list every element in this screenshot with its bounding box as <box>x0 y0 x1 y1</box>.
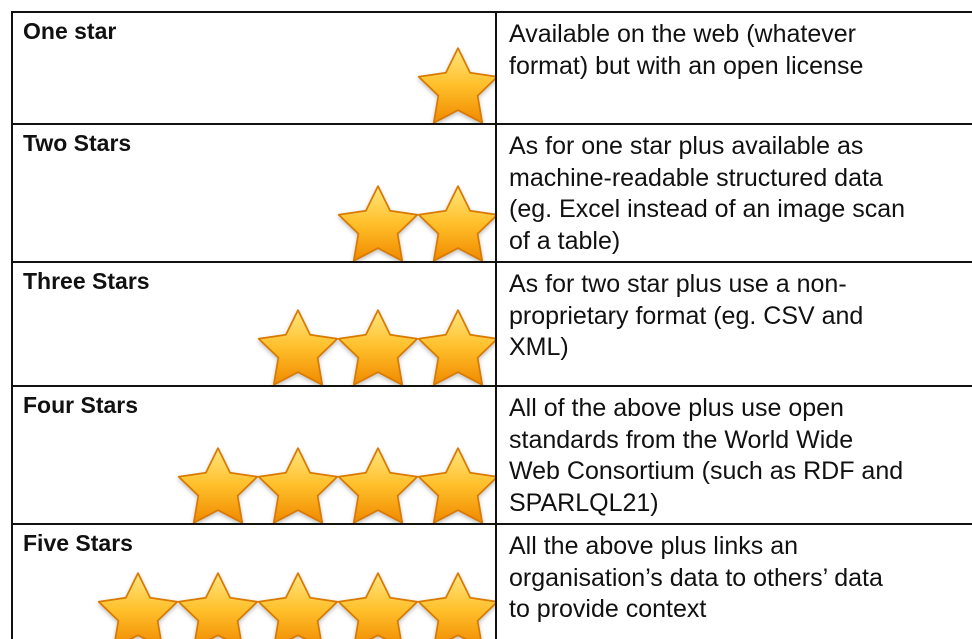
star-icon <box>97 572 179 639</box>
star-rating <box>257 305 494 384</box>
level-cell: Two Stars <box>11 123 497 263</box>
star-rating <box>337 181 494 260</box>
table-row: Four Stars All of the above plus use ope… <box>11 385 972 525</box>
level-name: Five Stars <box>23 530 133 556</box>
description-line: As for one star plus available as <box>509 132 864 160</box>
star-icon <box>417 447 494 522</box>
description-line: machine-readable structured data <box>509 163 883 192</box>
description-line: XML) <box>509 333 569 361</box>
level-cell: One star <box>11 11 497 125</box>
star-icon <box>257 447 339 522</box>
level-name: Four Stars <box>23 392 139 418</box>
star-icon <box>337 447 419 522</box>
star-icon <box>257 309 339 384</box>
star-icon <box>337 572 419 639</box>
description-cell: As for one star plus available as machin… <box>495 123 972 263</box>
description-cell: All the above plus links an organisation… <box>495 523 972 639</box>
description-line: Web Consortium (such as RDF and <box>509 457 904 485</box>
description-line: format) but with an open license <box>509 51 864 80</box>
description-cell: As for two star plus use a non- propriet… <box>495 261 972 387</box>
table-row: Two Stars As for one star plus available… <box>11 123 972 263</box>
star-rating <box>97 568 494 639</box>
table-row: Three Stars As for two star plus use a n… <box>11 261 972 387</box>
description-line: All the above plus links an <box>509 532 799 560</box>
star-rating <box>417 43 494 122</box>
table-row: One star Available on the web (whatever … <box>11 11 972 125</box>
description-line: proprietary format (eg. CSV and <box>509 301 864 330</box>
star-icon <box>177 572 259 639</box>
level-cell: Three Stars <box>11 261 497 387</box>
description-line: Available on the web (whatever <box>509 20 856 48</box>
rating-table: One star Available on the web (whatever … <box>11 11 972 639</box>
level-name: One star <box>23 18 117 44</box>
description-line: SPARLQL21) <box>509 488 659 517</box>
description-line: As for two star plus use a non- <box>509 270 847 298</box>
star-icon <box>257 572 339 639</box>
level-cell: Four Stars <box>11 385 497 525</box>
star-icon <box>417 185 494 260</box>
star-icon <box>337 185 419 260</box>
table-row: Five Stars All the above plus links an o… <box>11 523 972 639</box>
level-name: Two Stars <box>23 130 132 156</box>
description-cell: All of the above plus use open standards… <box>495 385 972 525</box>
description-line: organisation’s data to others’ data <box>509 563 883 592</box>
star-icon <box>417 572 494 639</box>
level-name: Three Stars <box>23 268 150 294</box>
description-line: All of the above plus use open <box>509 394 844 422</box>
description-line: standards from the World Wide <box>509 425 854 454</box>
description-line: of a table) <box>509 226 621 255</box>
description-line: to provide context <box>509 595 707 623</box>
description-line: (eg. Excel instead of an image scan <box>509 195 906 223</box>
description-cell: Available on the web (whatever format) b… <box>495 11 972 125</box>
star-icon <box>177 447 259 522</box>
open-data-rating-table-page: One star Available on the web (whatever … <box>0 0 972 639</box>
star-rating <box>177 443 494 522</box>
star-icon <box>417 309 494 384</box>
star-icon <box>337 309 419 384</box>
star-icon <box>417 47 494 122</box>
level-cell: Five Stars <box>11 523 497 639</box>
